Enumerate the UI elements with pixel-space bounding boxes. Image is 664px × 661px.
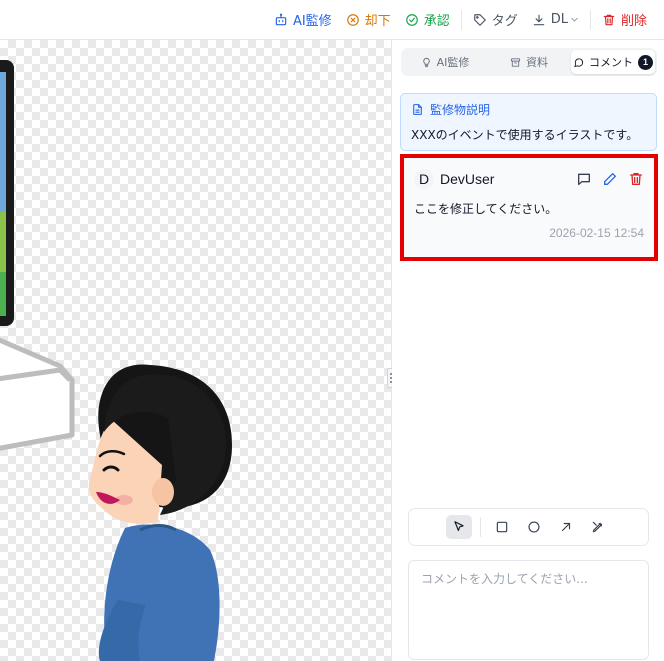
comment-input[interactable] (408, 560, 649, 660)
circle-icon (528, 521, 540, 533)
tab-label: AI監修 (436, 56, 470, 69)
pen-icon (592, 521, 603, 533)
comment-author: D DevUser (414, 169, 494, 189)
ai-review-label: AI監修 (292, 14, 332, 29)
description-box: 監修物説明 XXXのイベントで使用するイラストです。 (400, 93, 657, 151)
pointer-icon (454, 521, 464, 532)
approve-label: 承認 (423, 14, 450, 29)
description-header: 監修物説明 (411, 101, 646, 118)
download-icon (533, 14, 544, 25)
edit-pencil-icon[interactable] (602, 171, 618, 187)
comment-timestamp: 2026-02-15 12:54 (549, 226, 644, 240)
trash-icon (603, 14, 615, 25)
side-panel: AI監修 資料 コメント 1 監修物説明 XXXのイベントで使用するイラストです… (392, 40, 664, 661)
tab-label: 資料 (526, 56, 548, 69)
arrow-icon (561, 522, 571, 532)
archive-icon (510, 57, 521, 67)
tab-ai-review[interactable]: AI監修 (403, 50, 487, 74)
arrow-tool[interactable] (553, 515, 579, 539)
avatar: D (414, 169, 434, 189)
trash-icon[interactable] (628, 171, 644, 187)
rectangle-icon (496, 521, 508, 533)
reject-button[interactable]: 却下 (339, 6, 398, 34)
toolbar-divider (589, 9, 591, 30)
reject-label: 却下 (364, 14, 391, 29)
lightbulb-icon (422, 57, 430, 67)
panel-tabs: AI監修 資料 コメント 1 (401, 48, 657, 76)
pen-tool[interactable] (585, 515, 611, 539)
chevron-down-icon (571, 17, 578, 22)
robot-icon (275, 13, 287, 25)
ai-review-button[interactable]: AI監修 (267, 6, 339, 34)
x-circle-icon (346, 13, 359, 26)
review-illustration (0, 60, 232, 661)
pointer-tool[interactable] (446, 515, 472, 539)
description-title: 監修物説明 (430, 103, 491, 117)
drawing-toolbar (408, 508, 649, 546)
download-button[interactable]: DL (525, 6, 586, 34)
delete-label: 削除 (620, 14, 647, 29)
download-label: DL (550, 12, 568, 27)
circle-tool[interactable] (521, 515, 547, 539)
comment-actions (576, 171, 644, 187)
tab-label: コメント (589, 56, 633, 69)
check-circle-icon (405, 13, 418, 26)
comment-card[interactable]: D DevUser ここを修正してください。 2026-02-15 12:54 (400, 154, 658, 261)
description-text: XXXのイベントで使用するイラストです。 (411, 128, 639, 142)
author-name: DevUser (440, 171, 495, 187)
tag-icon (473, 13, 486, 26)
message-icon (574, 57, 584, 67)
tag-label: タグ (491, 14, 518, 29)
comment-body: ここを修正してください。 (414, 202, 558, 216)
tag-button[interactable]: タグ (466, 6, 525, 34)
image-canvas[interactable] (0, 40, 391, 661)
toolbar-divider (460, 9, 462, 30)
top-toolbar: AI監修 却下 承認 タグ DL 削除 (0, 0, 664, 40)
tab-materials[interactable]: 資料 (487, 50, 571, 74)
comment-count-badge: 1 (638, 54, 653, 70)
approve-button[interactable]: 承認 (398, 6, 457, 34)
comment-header: D DevUser (414, 168, 644, 190)
document-icon (413, 104, 422, 115)
reply-icon[interactable] (576, 171, 592, 187)
delete-button[interactable]: 削除 (595, 6, 654, 34)
tab-comments[interactable]: コメント 1 (571, 50, 655, 74)
tool-divider (480, 517, 481, 537)
rectangle-tool[interactable] (489, 515, 515, 539)
